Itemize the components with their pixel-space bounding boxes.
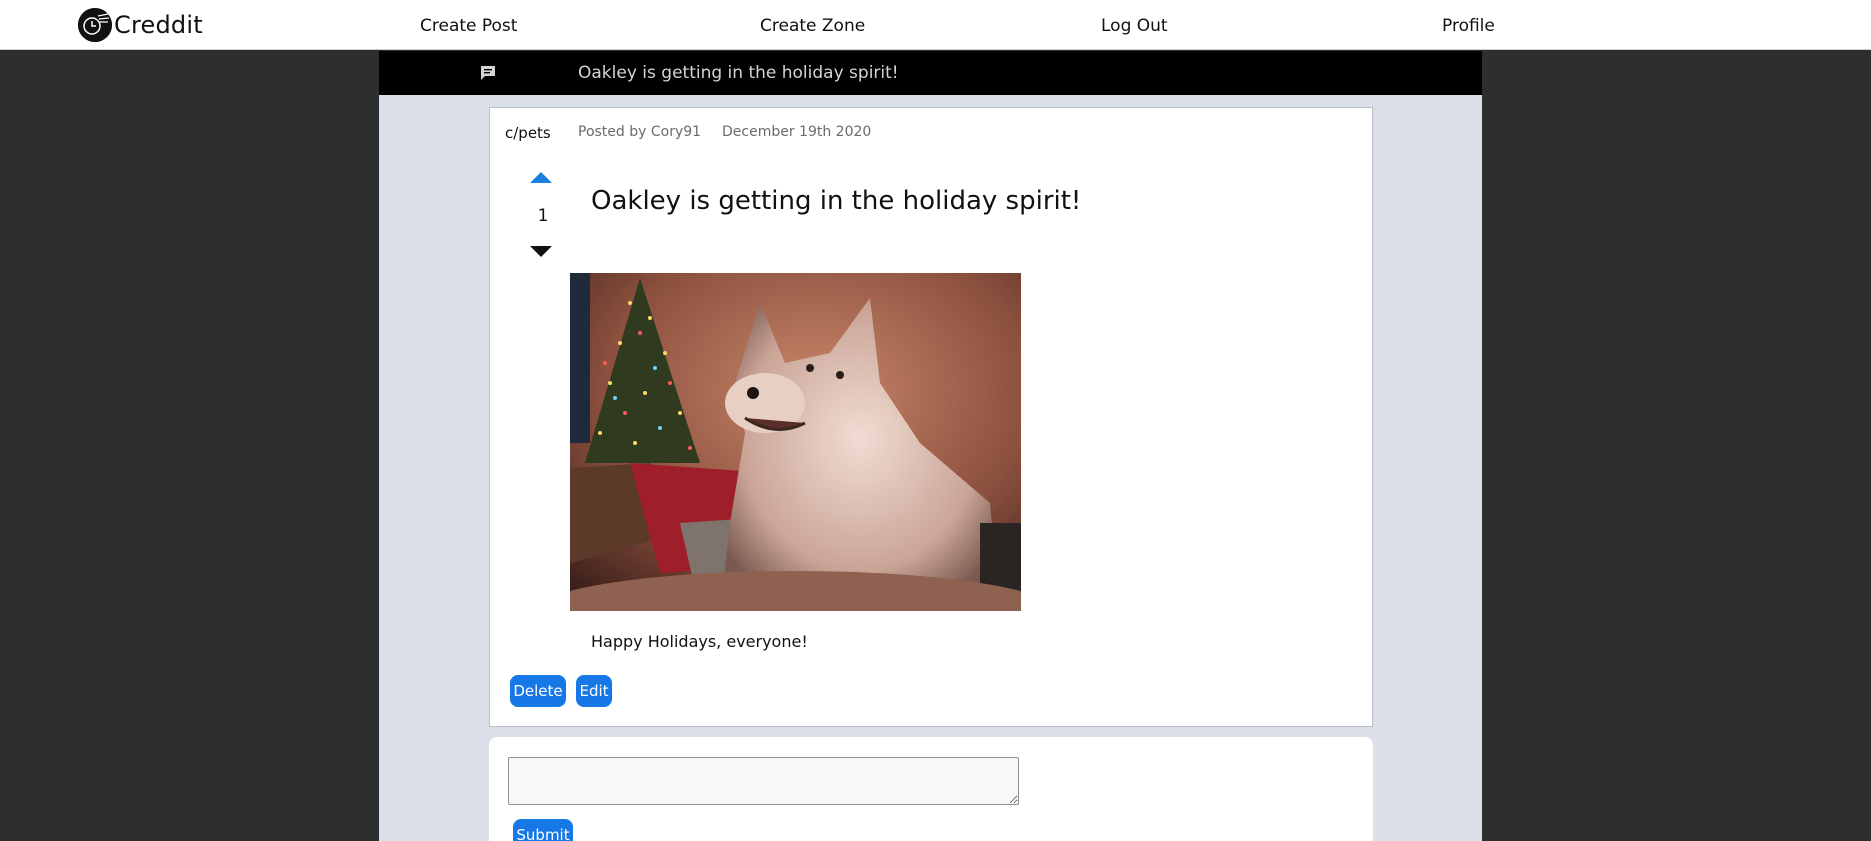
main-column: Oakley is getting in the holiday spirit!…: [379, 51, 1482, 841]
creddit-logo-icon: [78, 8, 112, 42]
comment-icon: [479, 64, 497, 82]
post-author: Posted by Cory91: [578, 124, 702, 140]
nav-log-out[interactable]: Log Out: [1101, 16, 1168, 36]
comment-form: Submit: [489, 737, 1373, 841]
home-logo-link[interactable]: Creddit: [78, 8, 203, 42]
submit-comment-button[interactable]: Submit: [513, 819, 573, 841]
app-name: Creddit: [114, 11, 203, 39]
nav-profile[interactable]: Profile: [1442, 16, 1495, 36]
post-banner: Oakley is getting in the holiday spirit!: [379, 51, 1482, 95]
top-navigation: Creddit Create Post Create Zone Log Out …: [0, 0, 1871, 50]
post-body: Happy Holidays, everyone!: [591, 632, 808, 651]
edit-post-button[interactable]: Edit: [576, 675, 612, 707]
post-date: December 19th 2020: [722, 124, 872, 140]
comment-input[interactable]: [508, 757, 1019, 805]
upvote-arrow-icon[interactable]: [530, 172, 552, 183]
banner-title: Oakley is getting in the holiday spirit!: [578, 63, 899, 83]
delete-post-button[interactable]: Delete: [510, 675, 566, 707]
nav-create-zone[interactable]: Create Zone: [760, 16, 865, 36]
post-image: [570, 273, 1021, 611]
post-card: c/pets Posted by Cory91 December 19th 20…: [489, 107, 1373, 727]
nav-create-post[interactable]: Create Post: [420, 16, 517, 36]
post-title: Oakley is getting in the holiday spirit!: [591, 186, 1082, 216]
post-zone-link[interactable]: c/pets: [505, 124, 551, 142]
vote-count: 1: [537, 206, 549, 226]
downvote-arrow-icon[interactable]: [530, 246, 552, 257]
